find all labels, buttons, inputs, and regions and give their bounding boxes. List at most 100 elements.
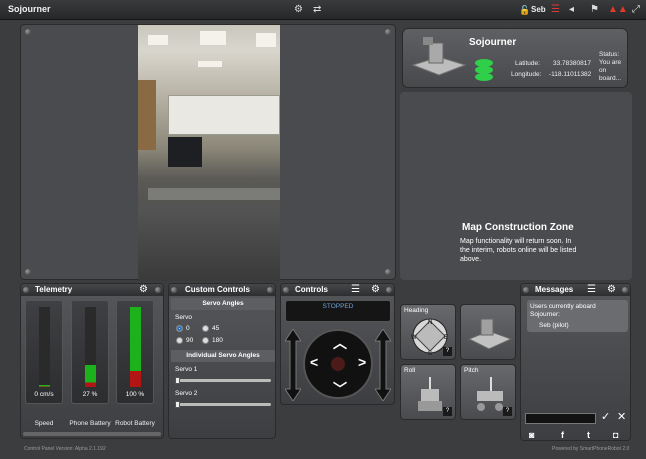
camera-icon[interactable]: ◙ [529, 430, 534, 440]
controls-gear-icon[interactable]: ⚙ [371, 284, 380, 296]
title-bar: Sojourner ⚙ ⇄ 🔓 Seb ☰ ◂ ⚑ ▲▲ ⤢ [0, 0, 646, 20]
rivet [25, 269, 31, 275]
controls-title: Controls [295, 285, 328, 294]
robot-battery-value: 100 % [125, 391, 145, 398]
refresh-icon[interactable]: ⇄ [313, 3, 321, 17]
collapse-left-icon[interactable]: ◂ [569, 3, 574, 17]
rivet [622, 287, 628, 293]
servo-option-0-label: 0 [186, 325, 190, 332]
robot-battery-gauge: 100 % [116, 300, 154, 404]
rivet [283, 287, 289, 293]
backward-chevron-icon[interactable]: ﹀ [333, 379, 347, 399]
right-speed-arrow-icon[interactable] [375, 329, 391, 401]
rover-name: Sojourner [469, 37, 517, 48]
phone-battery-value: 27 % [82, 391, 98, 398]
compass-e: E [444, 335, 448, 341]
rivet [385, 29, 391, 35]
drive-status: STOPPED [285, 300, 391, 322]
compass-s: S [428, 351, 432, 357]
map-panel: Map Construction Zone Map functionality … [400, 92, 632, 280]
map-title: Map Construction Zone [462, 222, 574, 233]
forward-chevron-icon[interactable]: ︿ [333, 333, 347, 353]
rivet [23, 287, 29, 293]
camera-panel [20, 24, 396, 281]
telemetry-gear-icon[interactable]: ⚙ [139, 284, 148, 296]
left-chevron-icon[interactable]: < [310, 354, 318, 370]
servo-option-180-radio[interactable] [202, 337, 209, 344]
rover-icon [411, 37, 467, 76]
settings-gear-icon[interactable]: ⚙ [294, 3, 303, 17]
compass-w: W [411, 335, 417, 341]
servo2-slider[interactable] [175, 401, 271, 408]
direction-pad[interactable]: ︿ ﹀ < > [303, 329, 373, 399]
controls-header: Controls ☰ ⚙ [281, 284, 394, 296]
facebook-icon[interactable]: f [561, 430, 564, 440]
robot-battery-label: Robot Battery [115, 420, 155, 427]
speed-label: Speed [34, 420, 54, 427]
rover-3d-icon [467, 318, 513, 350]
servo-option-45-radio[interactable] [202, 325, 209, 332]
pitch-label: Pitch [464, 367, 479, 374]
messages-panel: Messages ☰ ⚙ Users currently aboard Sojo… [520, 283, 631, 441]
right-chevron-icon[interactable]: > [358, 354, 366, 370]
servo-option-0-radio[interactable] [176, 325, 183, 332]
servo2-slider-knob[interactable] [175, 401, 180, 408]
send-check-icon[interactable]: ✓ [601, 411, 610, 423]
messages-header: Messages ☰ ⚙ [521, 284, 630, 296]
individual-servo-heading: Individual Servo Angles [171, 350, 275, 362]
controls-menu-icon[interactable]: ☰ [351, 284, 360, 296]
map-message: Map functionality will return soon. In t… [460, 238, 577, 263]
servo-option-45-label: 45 [212, 325, 220, 332]
rivet [155, 287, 161, 293]
latitude-value: 33.78380817 [553, 60, 591, 67]
rover-status: Status: You are on board... [599, 51, 622, 82]
fullscreen-icon[interactable]: ⤢ [632, 3, 640, 17]
gauge-fill [85, 365, 96, 387]
servo1-slider-knob[interactable] [175, 377, 180, 384]
rivet [171, 287, 177, 293]
latitude-label: Latitude: [515, 60, 540, 67]
servo-option-180-label: 180 [212, 337, 223, 344]
servo-option-90-radio[interactable] [176, 337, 183, 344]
logo-icon: ▲▲ [608, 4, 628, 15]
servo-angles-heading: Servo Angles [171, 298, 275, 310]
roll-rover-icon [418, 377, 442, 411]
pitch-panel: Pitch ? [460, 364, 516, 420]
compass-n: N [428, 320, 432, 326]
robot-status-icon[interactable]: ☰ [551, 3, 560, 17]
clear-x-icon[interactable]: ✕ [617, 411, 626, 423]
current-user: Seb [531, 5, 546, 14]
longitude-value: -118.11011382 [549, 71, 592, 78]
messages-title: Messages [535, 285, 574, 294]
servo2-label: Servo 2 [175, 390, 198, 397]
messages-gear-icon[interactable]: ⚙ [607, 284, 616, 296]
message-input[interactable] [525, 413, 596, 424]
rivet [25, 29, 31, 35]
roll-label: Roll [404, 367, 416, 374]
servo1-label: Servo 1 [175, 366, 198, 373]
left-speed-arrow-icon[interactable] [285, 329, 301, 401]
phone-battery-label: Phone Battery [69, 420, 111, 427]
version-text: Control Panel Version: Alpha 2.1.192 [24, 446, 106, 452]
telemetry-scrollbar[interactable] [23, 432, 161, 436]
signal-stack-icon [475, 59, 493, 81]
roll-help-button[interactable]: ? [443, 407, 452, 416]
lock-icon[interactable]: 🔓 [519, 3, 530, 17]
gauge-fill [39, 385, 50, 387]
telemetry-title: Telemetry [35, 285, 73, 294]
messages-menu-icon[interactable]: ☰ [587, 284, 596, 296]
stop-button[interactable] [331, 357, 345, 371]
flag-icon[interactable]: ⚑ [590, 3, 599, 17]
heading-panel: Heading N E S W ? [400, 304, 456, 360]
pitch-help-button[interactable]: ? [503, 407, 512, 416]
rivet [523, 287, 529, 293]
heading-label: Heading [404, 307, 429, 314]
servo1-slider[interactable] [175, 377, 271, 384]
rivet [386, 287, 392, 293]
instagram-icon[interactable]: ◘ [613, 430, 618, 440]
powered-by-text: Powered by SmartPhoneRobot 2.0 [552, 446, 630, 452]
twitter-icon[interactable]: t [587, 430, 590, 440]
heading-help-button[interactable]: ? [443, 347, 452, 356]
speed-gauge: 0 cm/s [25, 300, 63, 404]
custom-controls-header: Custom Controls [169, 284, 275, 296]
